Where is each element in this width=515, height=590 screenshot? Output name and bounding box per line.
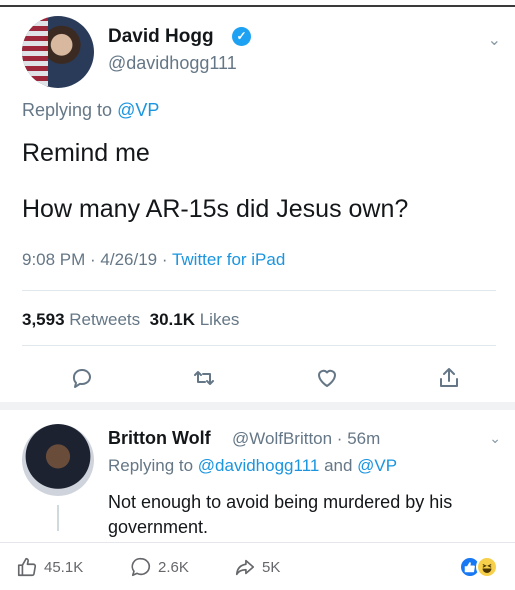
retweets-label[interactable]: Retweets: [69, 310, 140, 329]
tweet-text-line-1: Remind me: [22, 139, 150, 167]
like-button[interactable]: 45.1K: [16, 556, 83, 578]
reply-author-handle[interactable]: @WolfBritton · 56m: [232, 429, 380, 449]
heart-icon[interactable]: [315, 366, 339, 390]
share-count: 5K: [262, 558, 281, 576]
reply-author-name[interactable]: Britton Wolf: [108, 428, 211, 449]
thumbs-up-icon: [17, 557, 37, 577]
tweet-meta: 9:08 PM · 4/26/19 · Twitter for iPad: [22, 250, 285, 270]
author-name[interactable]: David Hogg: [108, 26, 214, 48]
replying-to-handle[interactable]: @VP: [117, 100, 159, 120]
replying-and: and: [319, 456, 358, 475]
divider: [22, 345, 496, 346]
timestamp[interactable]: 9:08 PM · 4/26/19 ·: [22, 250, 172, 269]
retweets-count[interactable]: 3,593: [22, 310, 65, 329]
thread-line: [57, 505, 59, 531]
reply-avatar[interactable]: [22, 424, 94, 496]
avatar[interactable]: [22, 16, 94, 88]
replying-to-handle[interactable]: @VP: [357, 456, 397, 475]
post-screenshot: David Hogg ✓ @davidhogg111 ⌄ Replying to…: [0, 0, 515, 590]
divider: [22, 290, 496, 291]
replying-to-handle[interactable]: @davidhogg111: [198, 456, 320, 475]
chevron-down-icon[interactable]: ⌄: [489, 430, 501, 447]
likes-count[interactable]: 30.1K: [150, 310, 195, 329]
retweet-icon[interactable]: [192, 366, 216, 390]
author-handle[interactable]: @davidhogg111: [108, 53, 237, 74]
comment-button[interactable]: 2.6K: [130, 556, 189, 578]
share-button[interactable]: 5K: [234, 556, 280, 578]
replying-prefix: Replying to: [108, 456, 198, 475]
replying-to: Replying to @VP: [22, 100, 159, 121]
replying-prefix: Replying to: [22, 100, 118, 120]
likes-label[interactable]: Likes: [200, 310, 240, 329]
like-count: 45.1K: [44, 558, 84, 576]
reply-text: Not enough to avoid being murdered by hi…: [108, 492, 453, 537]
tweet-text-line-2: How many AR-15s did Jesus own?: [22, 195, 409, 223]
top-border: [0, 5, 515, 7]
share-icon[interactable]: [437, 366, 461, 390]
comment-icon: [131, 557, 151, 577]
share-arrow-icon: [235, 559, 255, 576]
tweet-stats: 3,593 Retweets 30.1K Likes: [22, 310, 239, 330]
chevron-down-icon[interactable]: ⌄: [488, 30, 501, 50]
tweet-source[interactable]: Twitter for iPad: [172, 250, 285, 269]
section-separator: [0, 402, 515, 410]
verified-badge-icon: ✓: [232, 27, 251, 46]
comment-count: 2.6K: [158, 558, 189, 576]
haha-reaction-icon[interactable]: [476, 556, 498, 578]
reply-icon[interactable]: [70, 366, 94, 390]
reply-replying-to: Replying to @davidhogg111 and @VP: [108, 456, 397, 476]
